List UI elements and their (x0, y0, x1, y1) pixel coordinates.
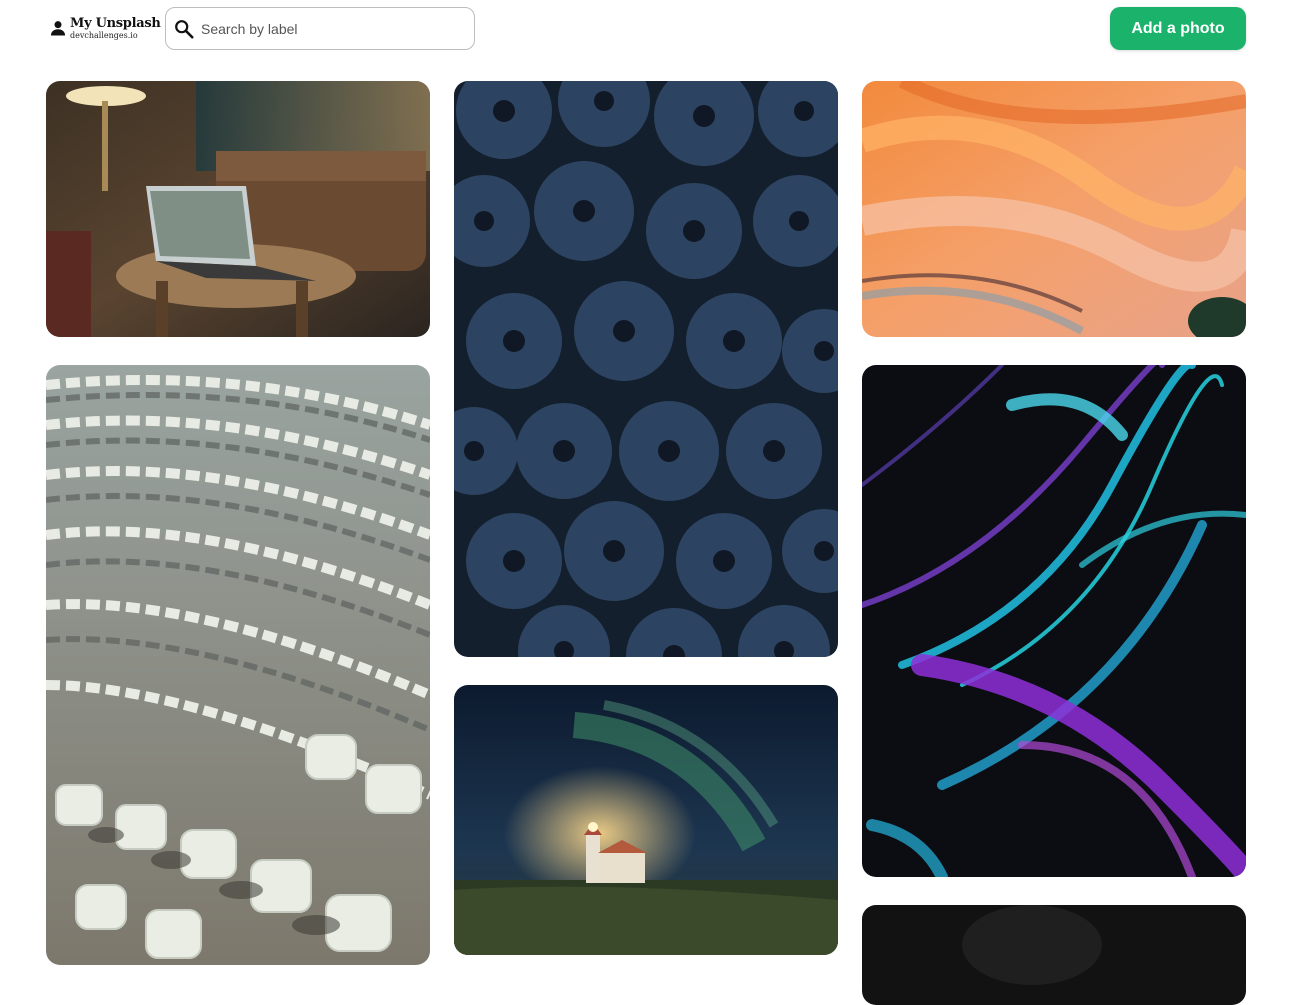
app-header: My Unsplash devchallenges.io Add a photo (0, 0, 1295, 60)
search-input[interactable] (199, 19, 463, 38)
photo-orange-marble[interactable] (862, 81, 1246, 337)
brand-logo[interactable]: My Unsplash devchallenges.io (48, 14, 161, 46)
search-box[interactable] (165, 7, 475, 50)
user-icon (50, 21, 66, 36)
photo-neon-swirl[interactable] (862, 365, 1246, 877)
brand-title: My Unsplash (70, 16, 161, 31)
photo-laptop-lounge[interactable] (46, 81, 430, 337)
search-icon (175, 19, 194, 39)
add-photo-button[interactable]: Add a photo (1110, 7, 1246, 50)
photo-stadium-seats[interactable] (46, 365, 430, 965)
photo-blueberries[interactable] (454, 81, 838, 657)
brand-subtitle: devchallenges.io (70, 31, 138, 40)
photo-aurora-lighthouse[interactable] (454, 685, 838, 955)
photo-dark-portrait[interactable] (862, 905, 1246, 1005)
